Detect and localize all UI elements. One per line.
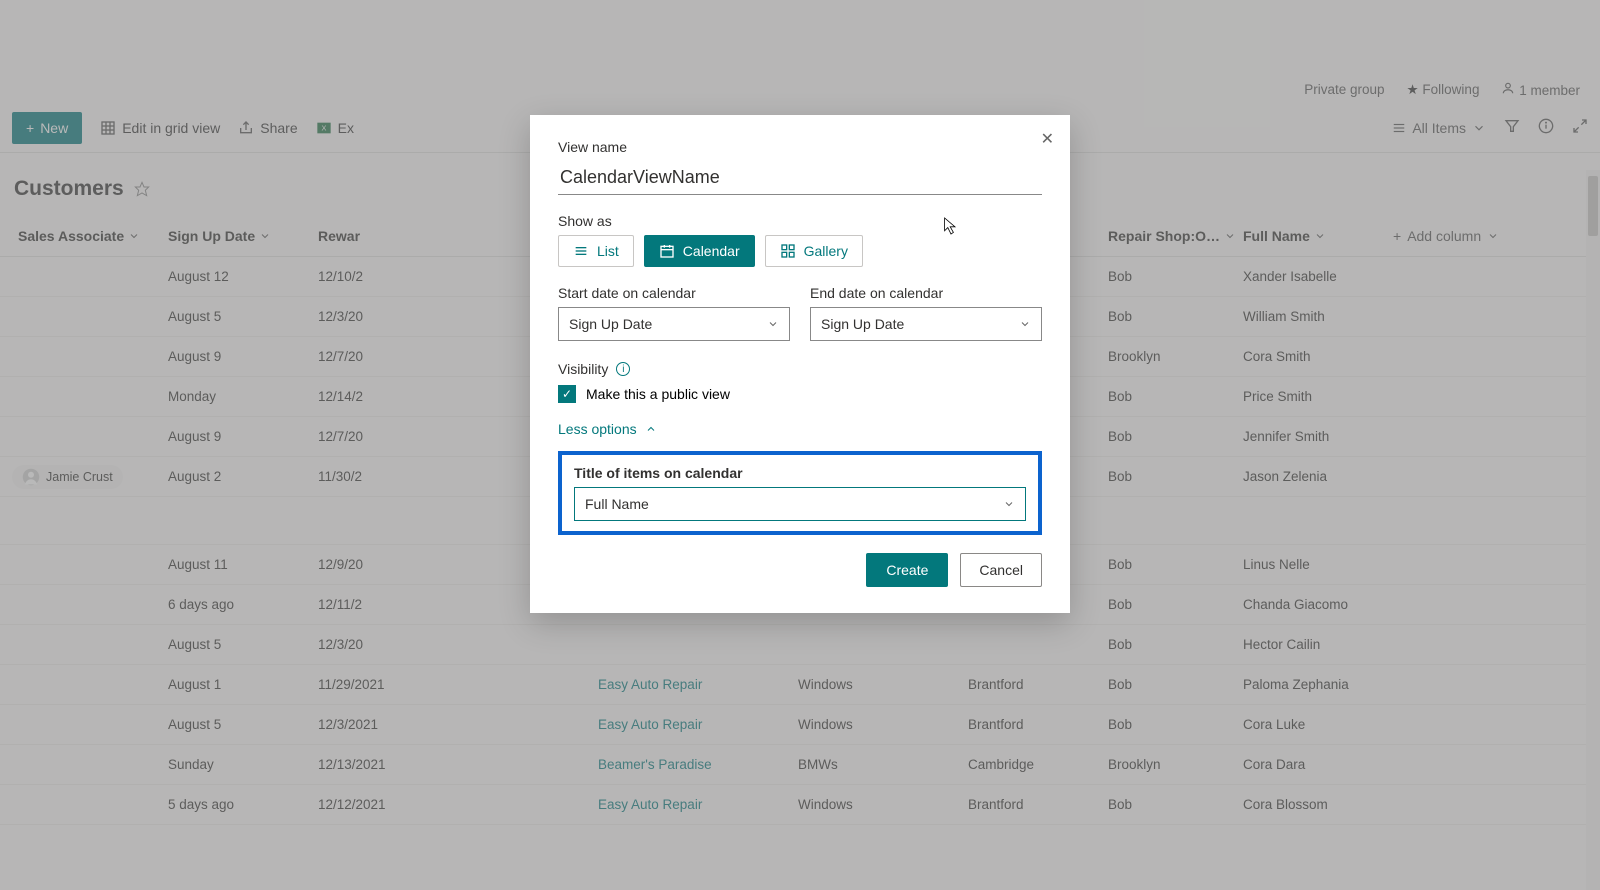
list-lines-icon (573, 243, 589, 259)
title-items-label: Title of items on calendar (574, 465, 1026, 481)
end-date-label: End date on calendar (810, 285, 1042, 301)
chevron-up-icon (645, 423, 657, 435)
public-view-checkbox-row[interactable]: ✓ Make this a public view (558, 385, 1042, 403)
start-date-label: Start date on calendar (558, 285, 790, 301)
chevron-down-icon (1003, 498, 1015, 510)
end-date-select[interactable]: Sign Up Date (810, 307, 1042, 341)
start-date-select[interactable]: Sign Up Date (558, 307, 790, 341)
show-as-label: Show as (558, 213, 1042, 229)
title-items-select[interactable]: Full Name (574, 487, 1026, 521)
show-as-gallery[interactable]: Gallery (765, 235, 863, 267)
public-view-label: Make this a public view (586, 386, 730, 402)
show-as-calendar[interactable]: Calendar (644, 235, 755, 267)
show-as-group: List Calendar Gallery (558, 235, 1042, 267)
create-button[interactable]: Create (866, 553, 948, 587)
modal-overlay: ✕ View name Show as List Calendar Galler… (0, 0, 1600, 890)
chevron-down-icon (1019, 318, 1031, 330)
close-button[interactable]: ✕ (1041, 129, 1054, 149)
info-tooltip-icon[interactable]: i (616, 362, 630, 376)
checkbox-checked-icon: ✓ (558, 385, 576, 403)
gallery-icon (780, 243, 796, 259)
visibility-label: Visibility (558, 361, 608, 377)
show-as-list[interactable]: List (558, 235, 634, 267)
view-name-label: View name (558, 139, 1042, 155)
create-view-dialog: ✕ View name Show as List Calendar Galler… (530, 115, 1070, 613)
cancel-button[interactable]: Cancel (960, 553, 1042, 587)
close-icon: ✕ (1041, 131, 1054, 148)
view-name-input[interactable] (558, 161, 1042, 195)
calendar-icon (659, 243, 675, 259)
less-options-toggle[interactable]: Less options (558, 421, 1042, 437)
title-of-items-highlight: Title of items on calendar Full Name (558, 451, 1042, 535)
chevron-down-icon (767, 318, 779, 330)
